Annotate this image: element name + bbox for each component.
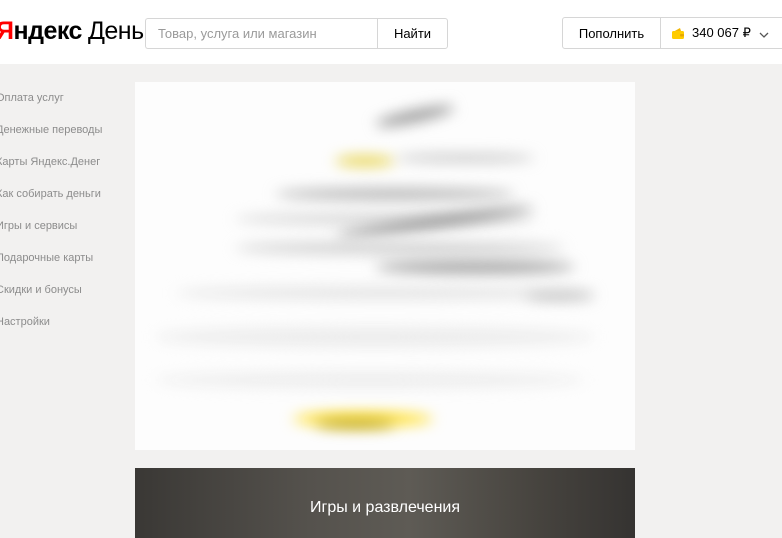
yandex-money-logo[interactable]: Яндекс Деньги bbox=[0, 14, 166, 48]
banner-blur-shape bbox=[374, 101, 456, 131]
topup-button[interactable]: Пополнить bbox=[562, 17, 661, 49]
logo-yandex: ндекс bbox=[13, 17, 82, 45]
sidebar-item-settings[interactable]: Настройки bbox=[0, 308, 130, 340]
search-input[interactable] bbox=[145, 18, 378, 49]
sidebar-item-transfers[interactable]: Денежные переводы bbox=[0, 116, 130, 148]
sidebar-item-fundraising[interactable]: Как собирать деньги bbox=[0, 180, 130, 212]
logo-letter: Я bbox=[0, 17, 14, 45]
header: ЯндексДеньги Найти Пополнить 340 067 ₽ bbox=[0, 0, 782, 64]
category-card-games[interactable]: Игры и развлечения bbox=[135, 468, 635, 538]
sidebar-item-gift-cards[interactable]: Подарочные карты bbox=[0, 244, 130, 276]
search-button[interactable]: Найти bbox=[377, 18, 448, 49]
banner-blur-shape bbox=[395, 154, 535, 162]
wallet-icon bbox=[671, 26, 685, 40]
banner-blur-shape bbox=[525, 292, 595, 300]
promo-banner[interactable] bbox=[135, 82, 635, 450]
balance-dropdown[interactable]: 340 067 ₽ bbox=[660, 17, 782, 49]
balance-amount: 340 067 ₽ bbox=[692, 25, 751, 40]
banner-blur-shape bbox=[155, 327, 595, 347]
sidebar-item-discounts[interactable]: Скидки и бонусы bbox=[0, 276, 130, 308]
banner-blur-shape bbox=[375, 260, 575, 274]
sidebar-item-cards[interactable]: Карты Яндекс.Денег bbox=[0, 148, 130, 180]
sidebar-item-payments[interactable]: Оплата услуг bbox=[0, 84, 130, 116]
banner-blur-shape bbox=[335, 156, 395, 166]
banner-blur-shape bbox=[235, 242, 565, 254]
banner-blur-shape bbox=[315, 420, 395, 428]
banner-blur-shape bbox=[275, 188, 515, 200]
chevron-down-icon bbox=[759, 28, 769, 38]
category-card-title: Игры и развлечения bbox=[309, 499, 461, 516]
sidebar-item-games[interactable]: Игры и сервисы bbox=[0, 212, 130, 244]
sidebar-nav: Оплата услуг Денежные переводы Карты Янд… bbox=[0, 84, 130, 340]
banner-blur-shape bbox=[155, 372, 585, 388]
